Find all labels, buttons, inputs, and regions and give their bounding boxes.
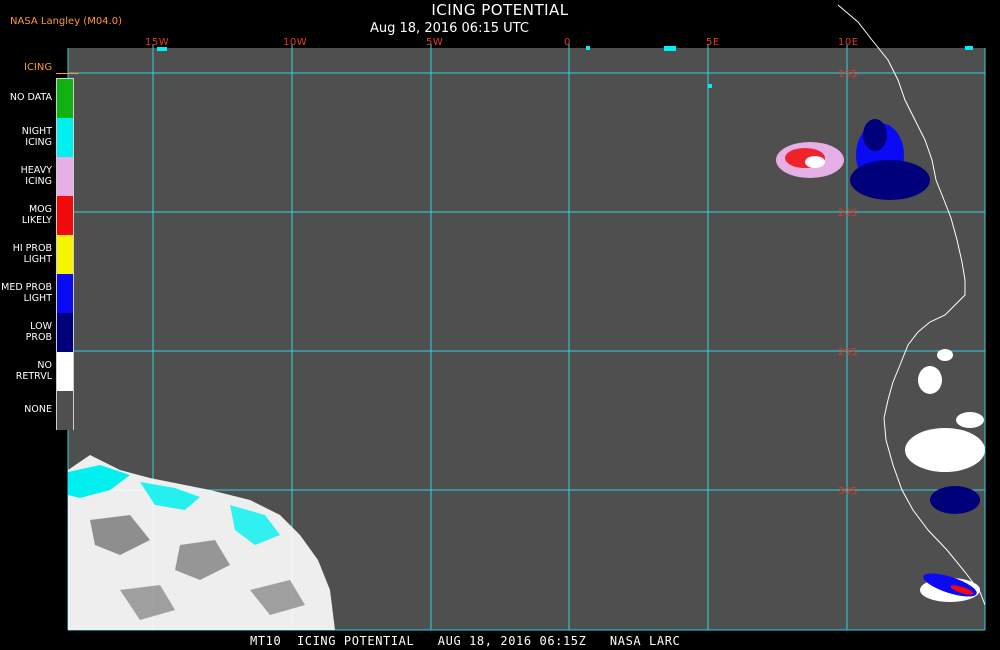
- legend-heading: ICING: [24, 62, 53, 73]
- legend-label: HEAVY ICING: [20, 164, 52, 187]
- lon-label-10w: 10W: [283, 37, 307, 48]
- lat-label-15s: 15S: [838, 69, 857, 80]
- legend-swatch: [57, 391, 73, 430]
- lat-label-25s: 25S: [838, 347, 857, 358]
- legend-label: MOG LIKELY: [21, 203, 52, 226]
- legend-label: NO RETRVL: [15, 359, 52, 382]
- legend-swatch: [57, 274, 73, 313]
- legend-swatch: [57, 157, 73, 196]
- legend-label: NIGHT ICING: [21, 125, 52, 148]
- map-canvas: 15W 10W 5W 0 5E 10E 15S 20S 25S 30S: [67, 4, 986, 631]
- lat-label-20s: 20S: [838, 208, 857, 219]
- legend-swatch: [57, 118, 73, 157]
- legend-label: HI PROB LIGHT: [12, 242, 52, 265]
- legend-tick: [56, 73, 78, 74]
- legend-swatch: [57, 235, 73, 274]
- legend-swatch: [57, 313, 73, 352]
- lon-label-5e: 5E: [706, 37, 720, 48]
- lat-label-30s: 30S: [838, 486, 857, 497]
- legend-color-bar: [56, 78, 74, 430]
- legend-swatch: [57, 352, 73, 391]
- footer-caption: MT10 ICING POTENTIAL AUG 18, 2016 06:15Z…: [250, 634, 681, 648]
- legend-labels: NO DATA NIGHT ICING HEAVY ICING MOG LIKELY H…: [0, 78, 52, 429]
- legend-swatch: [57, 79, 73, 118]
- legend-label: NONE: [24, 404, 52, 415]
- legend-label: MED PROB LIGHT: [1, 281, 52, 304]
- legend-swatch: [57, 196, 73, 235]
- lon-label-0: 0: [564, 37, 571, 48]
- lon-label-15w: 15W: [145, 37, 169, 48]
- legend-label: LOW PROB: [25, 320, 52, 343]
- legend-label: NO DATA: [9, 92, 52, 103]
- lon-label-10e: 10E: [838, 37, 859, 48]
- lon-label-5w: 5W: [426, 37, 443, 48]
